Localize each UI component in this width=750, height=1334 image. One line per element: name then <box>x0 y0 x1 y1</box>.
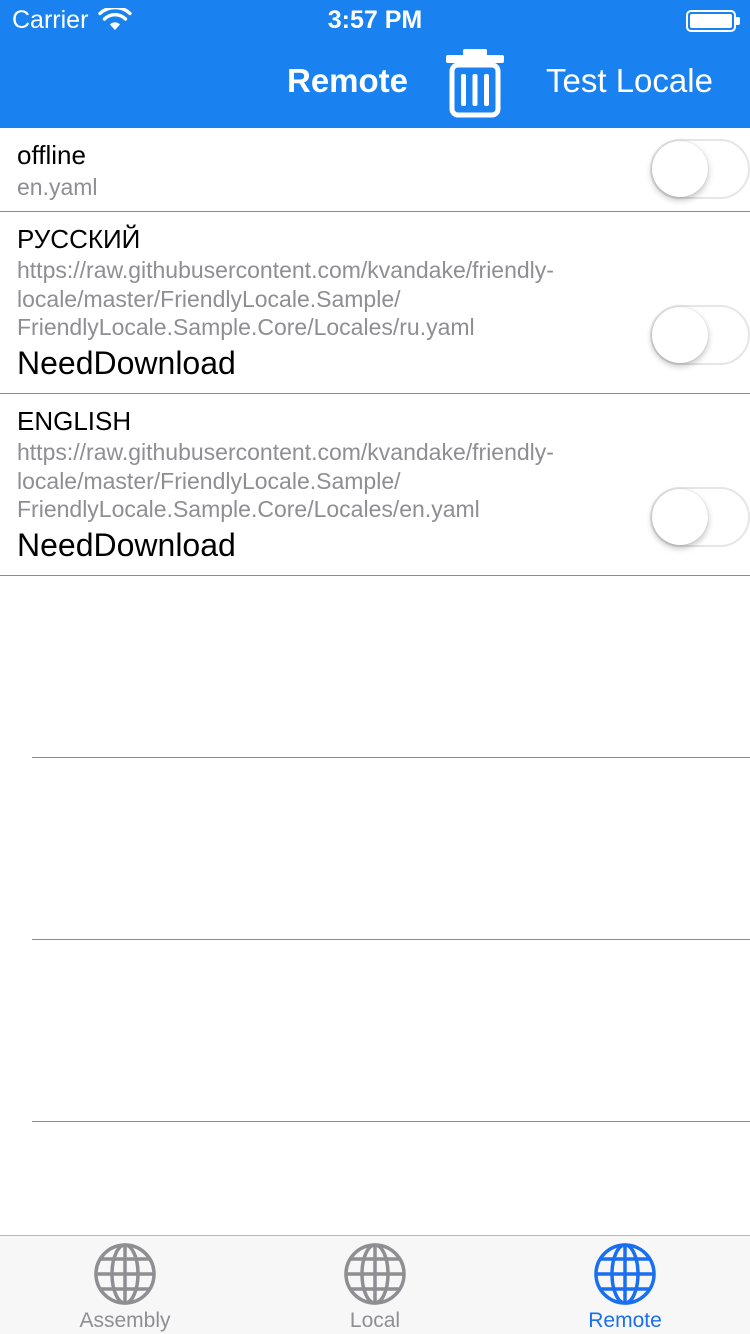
globe-icon <box>94 1243 156 1305</box>
list-item-offline[interactable]: offline en.yaml <box>0 128 750 212</box>
globe-icon <box>594 1243 656 1305</box>
list-item-russian[interactable]: РУССКИЙ https://raw.githubusercontent.co… <box>0 212 750 394</box>
tab-label: Assembly <box>79 1309 171 1332</box>
test-locale-button[interactable]: Test Locale <box>546 62 713 100</box>
list-item-english[interactable]: ENGLISH https://raw.githubusercontent.co… <box>0 394 750 576</box>
tab-label: Remote <box>588 1309 662 1332</box>
tab-assembly[interactable]: Assembly <box>0 1236 250 1334</box>
status-time: 3:57 PM <box>327 6 423 34</box>
url-line: https://raw.githubusercontent.com/kvanda… <box>17 439 554 465</box>
item-status: NeedDownload <box>17 527 236 563</box>
empty-row-separator <box>32 757 750 758</box>
item-title: offline <box>17 140 86 170</box>
tab-remote[interactable]: Remote <box>500 1236 750 1334</box>
url-line: FriendlyLocale.Sample.Core/Locales/ru.ya… <box>17 314 475 340</box>
tab-label: Local <box>349 1309 401 1332</box>
locale-toggle[interactable] <box>650 139 750 199</box>
item-url: https://raw.githubusercontent.com/kvanda… <box>17 256 642 342</box>
tab-local[interactable]: Local <box>250 1236 500 1334</box>
url-line: locale/master/FriendlyLocale.Sample/ <box>17 285 401 312</box>
url-line: https://raw.githubusercontent.com/kvanda… <box>17 257 554 283</box>
locale-list: offline en.yaml РУССКИЙ https://raw.gith… <box>0 128 750 576</box>
trash-icon[interactable] <box>444 48 506 118</box>
battery-icon <box>686 10 740 32</box>
locale-toggle[interactable] <box>650 487 750 547</box>
empty-row-separator <box>32 1121 750 1122</box>
url-line: locale/master/FriendlyLocale.Sample/ <box>17 467 401 494</box>
locale-toggle[interactable] <box>650 305 750 365</box>
item-title: РУССКИЙ <box>17 224 141 254</box>
tab-bar: Assembly Local Remote <box>0 1235 750 1334</box>
item-subtitle: en.yaml <box>17 174 98 200</box>
nav-title-remote[interactable]: Remote <box>287 62 408 100</box>
globe-icon <box>344 1243 406 1305</box>
item-url: https://raw.githubusercontent.com/kvanda… <box>17 438 642 524</box>
status-bar: Carrier 3:57 PM <box>0 0 750 40</box>
item-status: NeedDownload <box>17 345 236 381</box>
url-line: FriendlyLocale.Sample.Core/Locales/en.ya… <box>17 496 480 522</box>
item-title: ENGLISH <box>17 406 132 436</box>
navigation-header: Carrier 3:57 PM Remote Test Locale <box>0 0 750 128</box>
empty-row-separator <box>32 939 750 940</box>
